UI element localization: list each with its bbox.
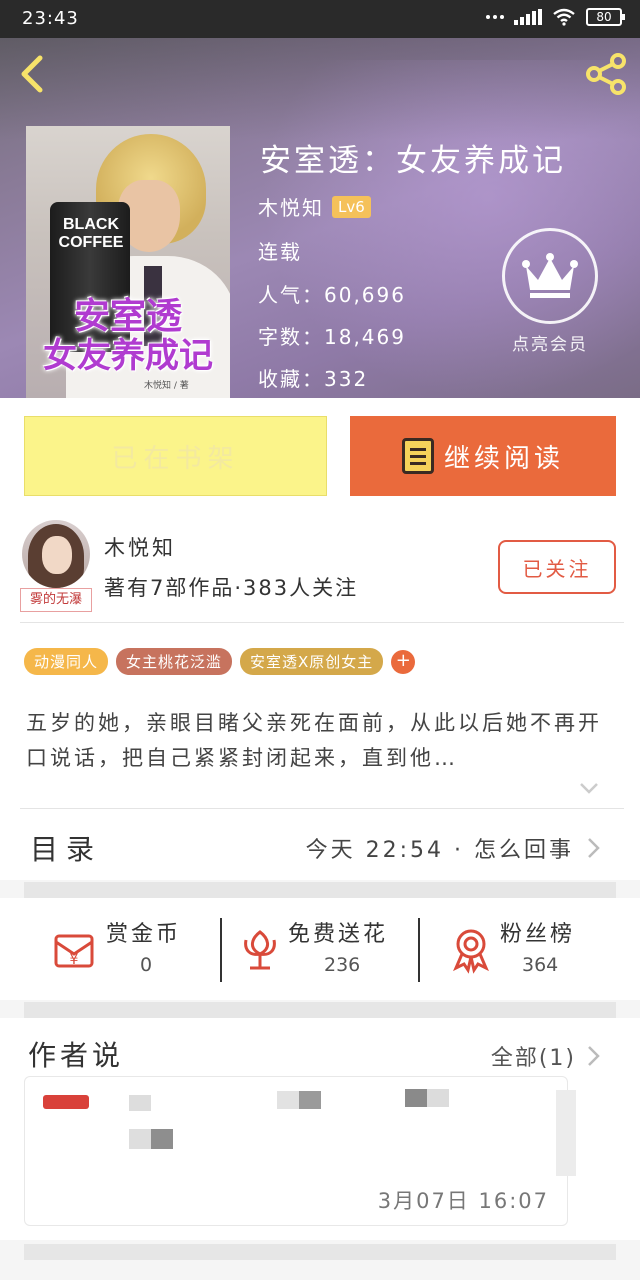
flower-icon [244,930,276,970]
action-bar: 已在书架 继续阅读 [0,398,640,508]
coin-envelope-icon: ¥ [54,934,94,968]
flowers-label: 免费送花 [288,922,389,947]
cover-author: 木悦知 / 著 [144,381,189,391]
fans-value: 364 [522,954,559,976]
book-icon [401,438,434,474]
stats-row: ¥ 赏金币 0 免费送花 236 粉丝榜 364 [0,898,640,1000]
cover-can-text-label: BLACK COFFEE [58,216,124,251]
blurred-text [427,1089,449,1107]
wifi-icon [553,8,575,26]
divider [20,808,624,809]
vip-label: 点亮会员 [512,335,588,355]
catalog-row[interactable]: 目录 今天 22:54 · 怎么回事 [0,808,640,880]
blurred-text [277,1091,299,1109]
book-word-count: 字数：18,469 [258,325,406,349]
divider [418,918,420,982]
continue-reading-label: 继续阅读 [443,443,564,474]
reward-coins-button[interactable]: ¥ 赏金币 0 [50,916,200,982]
tag-list: 动漫同人 女主桃花泛滥 安室透X原创女主 + [24,648,416,675]
follow-label: 已关注 [522,556,592,581]
back-button[interactable] [14,52,54,96]
tag[interactable]: 安室透X原创女主 [240,648,384,675]
book-favorites: 收藏：332 [258,367,369,391]
blurred-text [129,1129,151,1149]
tag[interactable]: 女主桃花泛滥 [116,648,233,675]
on-shelf-button[interactable]: 已在书架 [24,416,327,496]
author-says-date: 3月07日 16:07 [377,1189,549,1213]
blurred-text [129,1095,151,1111]
vip-circle [502,228,598,324]
send-flowers-button[interactable]: 免费送花 236 [238,916,408,982]
status-bar: 23:43 80 [0,0,640,38]
book-description: 五岁的她，亲眼目睹父亲死在面前，从此以后她不再开口说话，把自己紧紧封闭起来，直到… [26,711,602,770]
author-name[interactable]: 木悦知 [104,532,176,562]
reward-label: 赏金币 [106,922,182,947]
flowers-value: 236 [324,954,361,976]
book-popularity: 人气：60,696 [258,283,406,307]
cover-title-line1: 安室透 [73,295,182,337]
fans-label: 粉丝榜 [500,922,576,947]
book-title: 安室透：女友养成记 [260,143,566,179]
medal-icon [453,929,489,974]
author-says-label: 作者说 [28,1039,125,1072]
chevron-right-icon[interactable] [586,1044,602,1068]
blurred-badge [43,1095,89,1109]
level-badge: Lv6 [332,195,371,218]
author-stats: 著有7部作品·383人关注 [104,576,359,600]
svg-text:¥: ¥ [70,952,79,968]
section-gap [24,1002,616,1018]
cover-can-text: BLACK COFFEE [54,216,128,252]
blurred-text [299,1091,321,1109]
status-time: 23:43 [22,8,79,29]
add-tag-button[interactable]: + [391,649,416,674]
book-author-line: 木悦知 Lv6 [258,192,371,221]
blurred-text [405,1089,427,1107]
catalog-label: 目录 [30,833,103,866]
avatar[interactable] [22,520,90,588]
latest-chapter: 今天 22:54 · 怎么回事 [305,838,574,863]
cover-title: 安室透 女友养成记 [26,296,230,376]
on-shelf-label: 已在书架 [111,443,240,474]
book-header: 23:43 80 BLACK COFFEE 安室透 女友养成记 木悦知 / 著 … [0,0,640,398]
avatar-tag: 雾的无瀑 [20,588,92,612]
book-cover[interactable]: BLACK COFFEE 安室透 女友养成记 木悦知 / 著 [26,126,230,398]
book-status: 连载 [258,240,302,264]
author-says-all-link[interactable]: 全部(1) [491,1040,576,1072]
fan-ranking-button[interactable]: 粉丝榜 364 [450,916,600,982]
author-says-card[interactable]: 3月07日 16:07 [24,1076,568,1226]
author-section: 雾的无瀑 木悦知 著有7部作品·383人关注 已关注 动漫同人 女主桃花泛滥 安… [0,508,640,808]
continue-reading-button[interactable]: 继续阅读 [350,416,616,496]
battery-icon: 80 [586,8,625,26]
more-dots-icon [486,15,504,19]
tag[interactable]: 动漫同人 [24,648,109,675]
chevron-down-icon[interactable] [578,780,600,796]
status-icons: 80 [486,8,625,26]
vip-button[interactable]: 点亮会员 [500,228,600,355]
chevron-right-icon [588,838,600,858]
author-says-section: 作者说 全部(1) 3月07日 16:07 [0,1018,640,1240]
reward-value: 0 [140,954,153,976]
divider [220,918,222,982]
book-author[interactable]: 木悦知 [258,192,324,221]
section-gap [24,882,616,898]
blurred-edge [556,1090,576,1176]
cover-title-line2: 女友养成记 [43,336,213,376]
blurred-text [151,1129,173,1149]
divider [20,622,624,623]
follow-button[interactable]: 已关注 [498,540,616,594]
share-button[interactable] [582,52,630,96]
crown-icon [522,253,578,298]
section-gap [24,1244,616,1260]
signal-icon [514,9,542,25]
